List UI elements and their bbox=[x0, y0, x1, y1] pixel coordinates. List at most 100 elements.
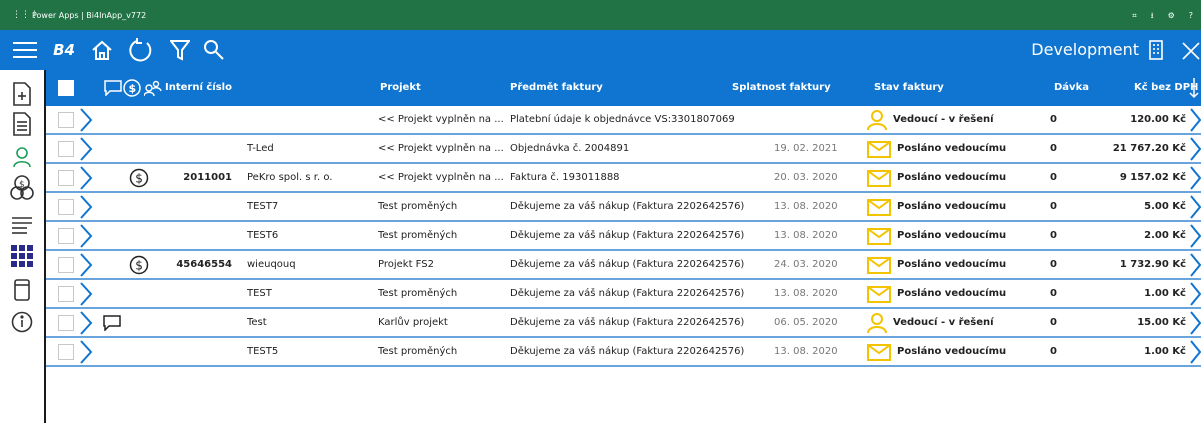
col-davka[interactable]: Dávka bbox=[1054, 70, 1089, 106]
amount-value: 2.00 Kč bbox=[1144, 230, 1186, 241]
davka-value: 0 bbox=[1050, 114, 1057, 125]
company-name: wieuqouq bbox=[247, 259, 296, 270]
davka-value: 0 bbox=[1050, 230, 1057, 241]
refresh-icon[interactable] bbox=[126, 30, 156, 70]
apps-icon[interactable]: ⌗ bbox=[1132, 11, 1137, 20]
left-nav-rail: $ bbox=[0, 70, 46, 423]
row-chevron-icon[interactable] bbox=[1189, 311, 1201, 338]
project-name: Test proměných bbox=[378, 230, 458, 241]
col-projekt[interactable]: Projekt bbox=[380, 70, 421, 106]
envelope-icon bbox=[867, 227, 891, 245]
row-checkbox[interactable] bbox=[58, 257, 74, 273]
row-chevron-icon[interactable] bbox=[1189, 253, 1201, 280]
coins-icon[interactable]: $ bbox=[8, 174, 36, 202]
interni-cislo bbox=[150, 106, 232, 134]
new-document-icon[interactable] bbox=[8, 80, 36, 108]
row-chevron-icon[interactable] bbox=[1189, 166, 1201, 193]
table-row[interactable]: TEST5 Test proměných Děkujeme za váš nákup… bbox=[46, 338, 1201, 367]
expand-chevron-icon[interactable] bbox=[79, 311, 93, 338]
row-chevron-icon[interactable] bbox=[1189, 108, 1201, 135]
interni-cislo bbox=[150, 309, 232, 337]
expand-chevron-icon[interactable] bbox=[79, 166, 93, 193]
row-checkbox[interactable] bbox=[58, 286, 74, 302]
document-list-icon[interactable] bbox=[8, 110, 36, 138]
archive-icon[interactable] bbox=[8, 276, 36, 304]
davka-value: 0 bbox=[1050, 259, 1057, 270]
row-chevron-icon[interactable] bbox=[1189, 137, 1201, 164]
invoice-subject: Děkujeme za váš nákup (Faktura 220264257… bbox=[510, 230, 745, 241]
table-row[interactable]: << Projekt vyplněn na ... Platební údaje … bbox=[46, 106, 1201, 135]
comment-icon[interactable] bbox=[103, 315, 121, 334]
amount-value: 5.00 Kč bbox=[1144, 201, 1186, 212]
table-row[interactable]: TEST Test proměných Děkujeme za váš nákup … bbox=[46, 280, 1201, 309]
sort-down-icon[interactable] bbox=[1189, 77, 1199, 102]
row-chevron-icon[interactable] bbox=[1189, 195, 1201, 222]
interni-cislo bbox=[150, 193, 232, 221]
davka-value: 0 bbox=[1050, 172, 1057, 183]
table-row[interactable]: T-Led << Projekt vyplněn na ... Objednávka… bbox=[46, 135, 1201, 164]
due-date: 24. 03. 2020 bbox=[774, 259, 838, 270]
company-name: TEST bbox=[247, 288, 272, 299]
filter-icon[interactable] bbox=[166, 30, 194, 70]
title-bar: ⋮⋮⋮ Power Apps | Bi4InApp_v772 ⌗ ⭳ ⚙ ? bbox=[0, 0, 1201, 30]
interni-cislo bbox=[150, 280, 232, 308]
table-row[interactable]: Test Karlův projekt Děkujeme za váš nákup … bbox=[46, 309, 1201, 338]
amount-value: 21 767.20 Kč bbox=[1112, 143, 1186, 154]
select-all-checkbox[interactable] bbox=[58, 80, 74, 96]
row-checkbox[interactable] bbox=[58, 141, 74, 157]
person-icon[interactable] bbox=[8, 143, 36, 171]
building-icon[interactable] bbox=[1144, 30, 1168, 70]
col-interni-cislo[interactable]: Interní číslo bbox=[165, 70, 232, 106]
expand-chevron-icon[interactable] bbox=[79, 282, 93, 309]
invoice-subject: Děkujeme za váš nákup (Faktura 220264257… bbox=[510, 259, 745, 270]
table-row[interactable]: TEST6 Test proměných Děkujeme za váš nákup… bbox=[46, 222, 1201, 251]
info-icon[interactable] bbox=[8, 308, 36, 336]
row-chevron-icon[interactable] bbox=[1189, 224, 1201, 251]
table-row[interactable]: $45646554 wieuqouq Projekt FS2 Děkujeme za … bbox=[46, 251, 1201, 280]
expand-chevron-icon[interactable] bbox=[79, 224, 93, 251]
row-chevron-icon[interactable] bbox=[1189, 282, 1201, 309]
expand-chevron-icon[interactable] bbox=[79, 108, 93, 135]
expand-chevron-icon[interactable] bbox=[79, 340, 93, 367]
col-stav[interactable]: Stav faktury bbox=[874, 70, 944, 106]
dollar-filter-icon[interactable]: $ bbox=[123, 79, 141, 100]
company-name bbox=[247, 106, 372, 134]
home-icon[interactable] bbox=[88, 30, 116, 70]
due-date: 13. 08. 2020 bbox=[774, 201, 838, 212]
row-checkbox[interactable] bbox=[58, 315, 74, 331]
row-checkbox[interactable] bbox=[58, 228, 74, 244]
svg-text:$: $ bbox=[129, 82, 137, 95]
expand-chevron-icon[interactable] bbox=[79, 253, 93, 280]
person-icon bbox=[867, 110, 887, 130]
row-chevron-icon[interactable] bbox=[1189, 340, 1201, 367]
person-group-icon[interactable] bbox=[143, 80, 162, 99]
search-icon[interactable] bbox=[200, 30, 228, 70]
company-name: TEST7 bbox=[247, 201, 279, 212]
expand-chevron-icon[interactable] bbox=[79, 195, 93, 222]
table-row[interactable]: $2011001 PeKro spol. s r. o. << Projekt vy… bbox=[46, 164, 1201, 193]
invoice-subject: Děkujeme za váš nákup (Faktura 220264257… bbox=[510, 201, 745, 212]
row-checkbox[interactable] bbox=[58, 199, 74, 215]
download-icon[interactable]: ⭳ bbox=[1151, 11, 1154, 20]
envelope-icon bbox=[867, 198, 891, 216]
col-splatnost[interactable]: Splatnost faktury bbox=[732, 70, 831, 106]
list-icon[interactable] bbox=[8, 211, 36, 239]
comment-filter-icon[interactable] bbox=[104, 80, 122, 99]
table-row[interactable]: TEST7 Test proměných Děkujeme za váš nákup… bbox=[46, 193, 1201, 222]
project-name: Test proměných bbox=[378, 201, 458, 212]
row-checkbox[interactable] bbox=[58, 170, 74, 186]
close-icon[interactable] bbox=[1178, 30, 1201, 70]
expand-chevron-icon[interactable] bbox=[79, 137, 93, 164]
row-checkbox[interactable] bbox=[58, 112, 74, 128]
hamburger-menu-icon[interactable] bbox=[10, 30, 40, 70]
project-name: Test proměných bbox=[378, 288, 458, 299]
amount-value: 9 157.02 Kč bbox=[1119, 172, 1186, 183]
col-predmet[interactable]: Předmět faktury bbox=[510, 70, 603, 106]
invoice-status: Posláno vedoucímu bbox=[897, 172, 1007, 183]
grid-icon[interactable] bbox=[8, 242, 36, 270]
interni-cislo bbox=[150, 222, 232, 250]
help-icon[interactable]: ? bbox=[1189, 11, 1193, 20]
company-name: TEST5 bbox=[247, 346, 279, 357]
row-checkbox[interactable] bbox=[58, 344, 74, 360]
settings-icon[interactable]: ⚙ bbox=[1168, 11, 1175, 20]
